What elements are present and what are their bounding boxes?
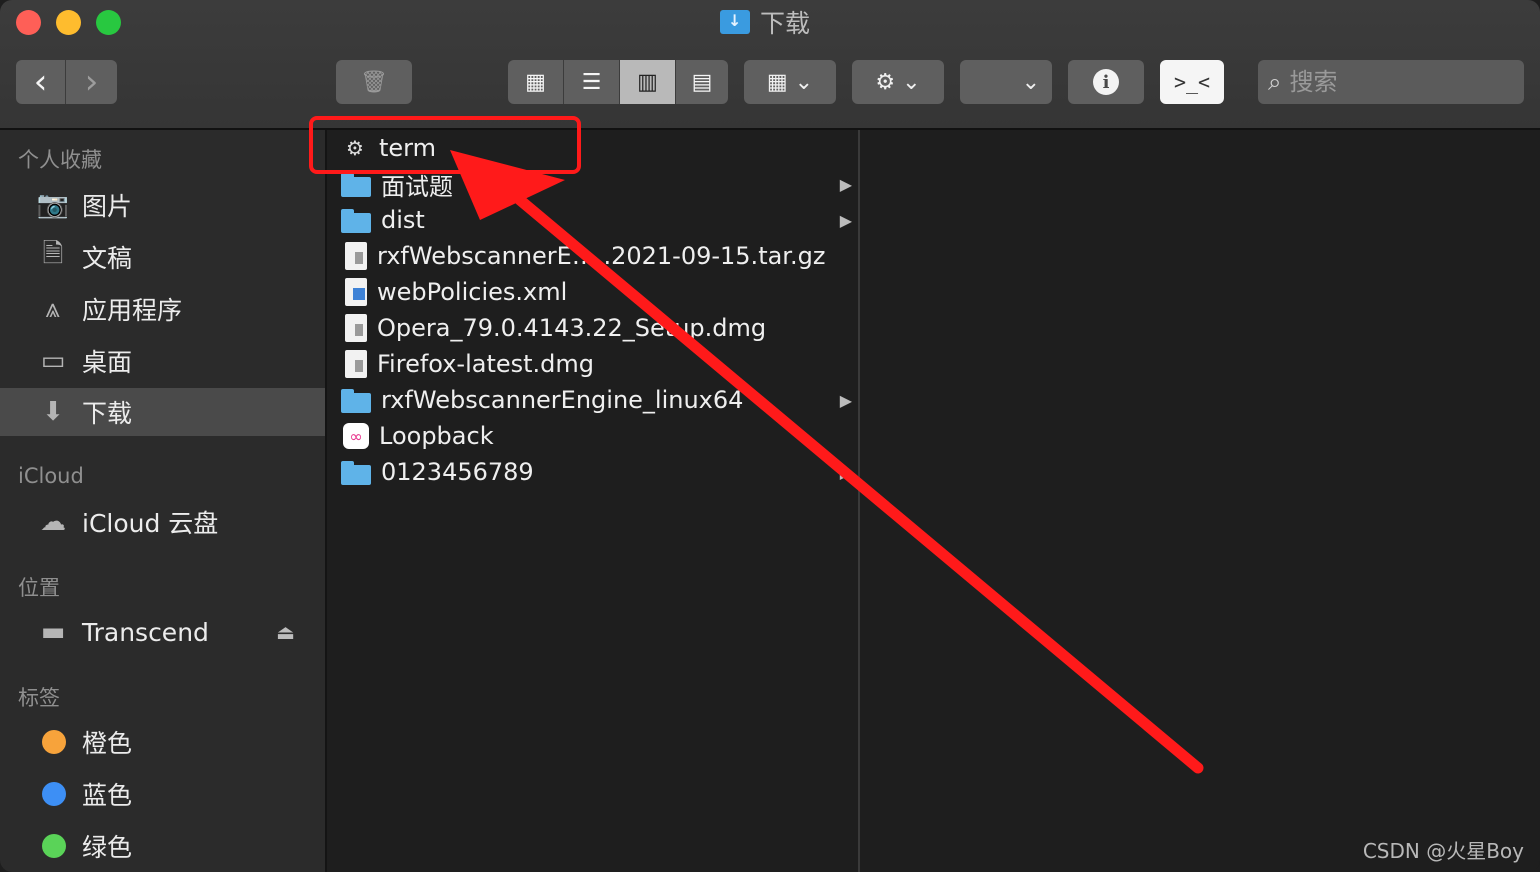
finder-window: 下载 ‹ › 🗑 ▦ ☰ ▥ ▤ ▦ ⌄ ⚙ ⌄ ⌄ i >_< (0, 0, 1540, 872)
annotation-arrow (450, 150, 1204, 774)
annotation-arrow-head (450, 150, 565, 220)
annotation-arrow-shaft (514, 194, 1204, 774)
watermark: CSDN @火星Boy (1362, 839, 1524, 863)
